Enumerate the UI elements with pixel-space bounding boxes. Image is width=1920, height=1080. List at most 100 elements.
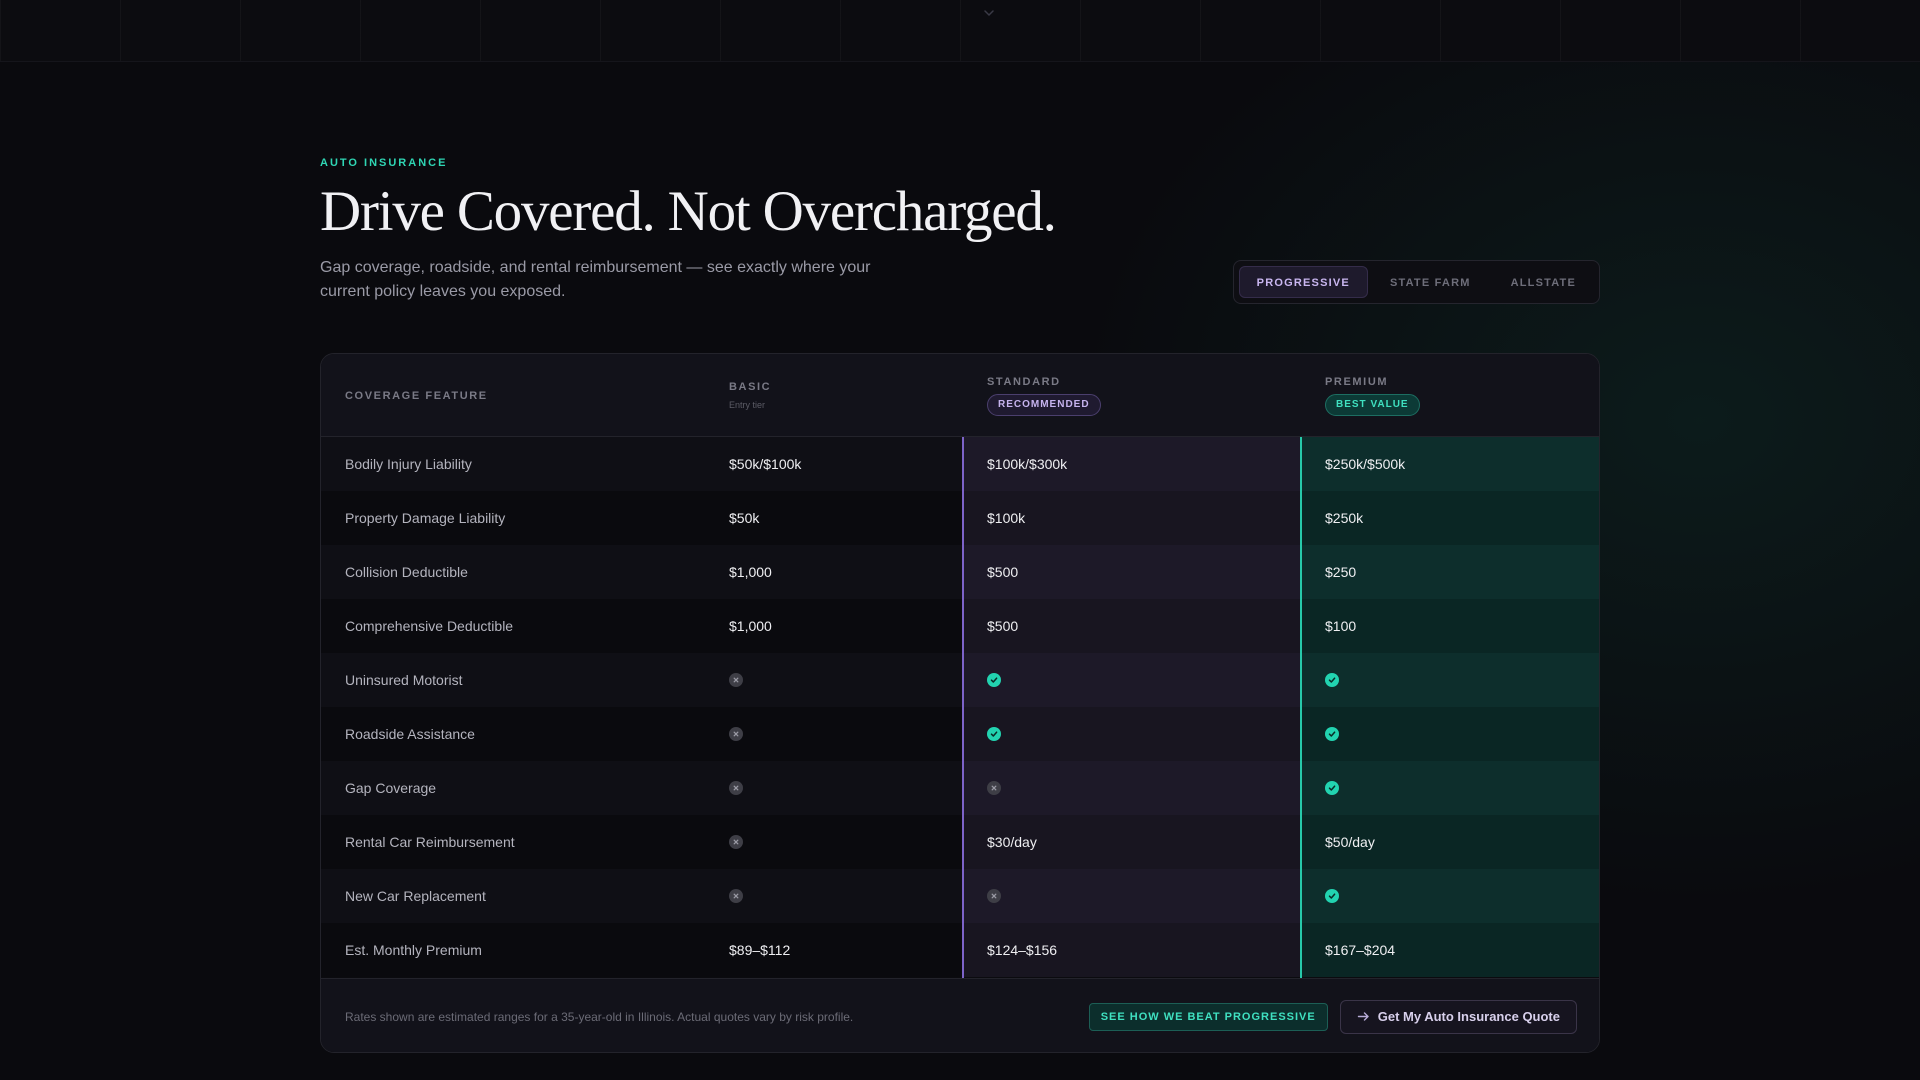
premium-column-divider [1300, 437, 1302, 978]
check-circle-icon [987, 727, 1001, 741]
chevron-down-icon[interactable] [982, 6, 996, 20]
beat-progressive-button[interactable]: SEE HOW WE BEAT PROGRESSIVE [1088, 1002, 1328, 1031]
cell-basic-text: $1,000 [729, 618, 772, 634]
cell-standard: $100k/$300k [963, 437, 1301, 491]
cell-feature-text: Roadside Assistance [345, 726, 475, 742]
table-row: Gap Coverage [321, 761, 1599, 815]
arrow-right-icon [1357, 1010, 1370, 1023]
table-footer: Rates shown are estimated ranges for a 3… [321, 978, 1599, 1052]
cell-basic-text: $1,000 [729, 564, 772, 580]
cell-standard: $500 [963, 599, 1301, 653]
header-basic: BASIC Entry tier [729, 354, 949, 437]
tab-progressive[interactable]: PROGRESSIVE [1238, 266, 1368, 298]
check-circle-icon [1325, 727, 1339, 741]
table-row: Comprehensive Deductible $1,000 $500 $100 [321, 599, 1599, 653]
cell-premium [1301, 761, 1599, 815]
cell-premium-text: $250k [1325, 510, 1364, 526]
x-circle-icon [987, 781, 1001, 795]
cell-basic: $1,000 [721, 545, 963, 599]
table-row: Uninsured Motorist [321, 653, 1599, 707]
cell-feature: Uninsured Motorist [321, 653, 721, 707]
tab-state-farm[interactable]: STATE FARM [1372, 266, 1489, 298]
table-row: New Car Replacement [321, 869, 1599, 923]
cell-feature-text: Rental Car Reimbursement [345, 834, 515, 850]
header-basic-sub: Entry tier [729, 400, 766, 410]
eyebrow-label: AUTO INSURANCE [320, 157, 448, 169]
cell-basic [721, 653, 963, 707]
table-row: Property Damage Liability $50k $100k $250k [321, 491, 1599, 545]
cell-standard: $30/day [963, 815, 1301, 869]
cell-feature-text: Comprehensive Deductible [345, 618, 514, 634]
cell-standard-text: $124–$156 [987, 942, 1058, 958]
cell-basic [721, 707, 963, 761]
table-row: Collision Deductible $1,000 $500 $250 [321, 545, 1599, 599]
cell-premium [1301, 707, 1599, 761]
cell-feature-text: Uninsured Motorist [345, 672, 463, 688]
cell-basic [721, 869, 963, 923]
table-row: Est. Monthly Premium $89–$112 $124–$156 $16… [321, 923, 1599, 977]
cell-basic: $50k/$100k [721, 437, 963, 491]
coverage-table: COVERAGE FEATURE BASIC Entry tier STANDA… [320, 353, 1600, 1053]
cell-standard-text: $30/day [987, 834, 1037, 850]
cell-feature-text: Bodily Injury Liability [345, 456, 472, 472]
cell-basic-text: $89–$112 [729, 942, 791, 958]
x-circle-icon [729, 835, 743, 849]
cell-basic-text: $50k/$100k [729, 456, 802, 472]
cell-premium: $250k/$500k [1301, 437, 1599, 491]
page-title: Drive Covered. Not Overcharged. [320, 180, 1057, 243]
cell-premium [1301, 869, 1599, 923]
cell-premium-text: $100 [1325, 618, 1357, 634]
cell-premium: $250 [1301, 545, 1599, 599]
cell-basic: $50k [721, 491, 963, 545]
cell-feature-text: New Car Replacement [345, 888, 486, 904]
hero-section: AUTO INSURANCE Drive Covered. Not Overch… [320, 157, 1600, 304]
recommended-badge: RECOMMENDED [987, 393, 1101, 416]
cell-standard: $500 [963, 545, 1301, 599]
cell-standard-text: $100k [987, 510, 1026, 526]
tab-allstate[interactable]: ALLSTATE [1493, 266, 1594, 298]
check-circle-icon [1325, 673, 1339, 687]
table-row: Rental Car Reimbursement $30/day $50/day [321, 815, 1599, 869]
cell-basic: $89–$112 [721, 923, 963, 977]
get-quote-button[interactable]: Get My Auto Insurance Quote [1339, 999, 1577, 1034]
table-header: COVERAGE FEATURE BASIC Entry tier STANDA… [321, 354, 1599, 437]
check-circle-icon [987, 673, 1001, 687]
standard-column-divider [962, 437, 964, 978]
x-circle-icon [729, 889, 743, 903]
cell-premium-text: $250 [1325, 564, 1357, 580]
cell-premium: $167–$204 [1301, 923, 1599, 977]
page-subtitle: Gap coverage, roadside, and rental reimb… [320, 258, 871, 300]
cell-basic-text: $50k [729, 510, 760, 526]
cell-feature: Comprehensive Deductible [321, 599, 721, 653]
header-feature-label: COVERAGE FEATURE [345, 389, 488, 402]
check-circle-icon [1325, 889, 1339, 903]
header-premium-label: PREMIUM [1325, 375, 1389, 388]
cell-feature: Rental Car Reimbursement [321, 815, 721, 869]
rates-disclaimer: Rates shown are estimated ranges for a 3… [345, 1009, 854, 1024]
carrier-tabs: PROGRESSIVE STATE FARM ALLSTATE [1232, 260, 1600, 304]
cell-premium-text: $50/day [1325, 834, 1375, 850]
cell-standard-text: $100k/$300k [987, 456, 1068, 472]
cell-feature-text: Est. Monthly Premium [345, 942, 482, 958]
best-value-badge: BEST VALUE [1325, 393, 1420, 416]
cell-feature: New Car Replacement [321, 869, 721, 923]
top-strip [0, 0, 1920, 62]
cell-standard: $100k [963, 491, 1301, 545]
x-circle-icon [729, 781, 743, 795]
x-circle-icon [729, 673, 743, 687]
cell-standard-text: $500 [987, 564, 1019, 580]
cell-basic [721, 815, 963, 869]
header-standard-label: STANDARD [987, 375, 1061, 388]
table-row: Roadside Assistance [321, 707, 1599, 761]
cell-feature: Bodily Injury Liability [321, 437, 721, 491]
cell-premium-text: $167–$204 [1325, 942, 1396, 958]
header-standard: STANDARD RECOMMENDED [987, 354, 1287, 437]
header-premium: PREMIUM BEST VALUE [1325, 354, 1585, 437]
cell-feature: Collision Deductible [321, 545, 721, 599]
cell-standard [963, 653, 1301, 707]
cell-standard-text: $500 [987, 618, 1019, 634]
x-circle-icon [987, 889, 1001, 903]
get-quote-label: Get My Auto Insurance Quote [1377, 1009, 1560, 1024]
header-feature: COVERAGE FEATURE [345, 354, 705, 437]
cell-feature-text: Property Damage Liability [345, 510, 506, 526]
